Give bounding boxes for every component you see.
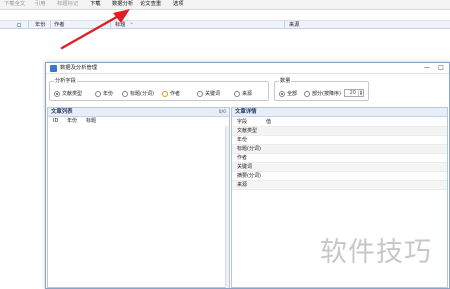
radio-unchecked-icon [197, 91, 203, 97]
radio-checked-icon [54, 91, 60, 97]
detail-label: 文献类型 [237, 128, 258, 134]
radio-partial-desc[interactable]: 部分(按降序) [304, 91, 341, 97]
detail-label: 摘要(分词) [237, 173, 261, 179]
column-id[interactable]: ID [53, 118, 58, 125]
article-list-body[interactable] [48, 126, 229, 288]
detail-row[interactable]: 来源 [232, 181, 447, 190]
menu-download-fulltext[interactable]: 下载全文 [4, 1, 25, 8]
column-separator [28, 21, 29, 29]
detail-header-row: 字段 值 [232, 118, 447, 127]
radio-highlighted-icon [162, 91, 168, 97]
minimize-button[interactable]: — [422, 64, 432, 72]
quantity-stepper[interactable]: 20 ▲ ▼ [344, 89, 364, 97]
detail-row[interactable]: 作者 [232, 154, 447, 163]
detail-row[interactable]: 年份 [232, 136, 447, 145]
radio-source[interactable]: 来源 [234, 91, 252, 97]
article-list-columns: ID 年份 标题 [48, 118, 229, 125]
column-source[interactable]: 来源 [289, 22, 299, 28]
watermark: 软件技巧 [320, 237, 432, 268]
stepper-arrows-icon[interactable]: ▲ ▼ [358, 90, 363, 96]
quantity-group: 数量 全部 部分(按降序) 20 ▲ ▼ [274, 78, 369, 101]
detail-row[interactable]: 关键词 [232, 163, 447, 172]
article-list-title: 文章列表 [51, 109, 73, 115]
column-separator [284, 21, 285, 29]
radio-keyword[interactable]: 关键词 [197, 91, 220, 97]
article-detail-title: 文章详情 [235, 109, 257, 115]
annotation-arrow-icon [60, 9, 130, 50]
radio-author[interactable]: 作者 [162, 91, 180, 97]
menu-title-mark[interactable]: 标题标记 [57, 1, 78, 8]
article-list-panel: 文章列表 0/0 ID 年份 标题 [47, 107, 230, 288]
menu-download[interactable]: 下载 [90, 1, 101, 8]
detail-label: 年份 [237, 137, 248, 143]
radio-checked-icon [279, 91, 285, 97]
quantity-label: 数量 [279, 78, 292, 84]
article-detail-header: 文章详情 [232, 108, 447, 117]
radio-year[interactable]: 年份 [95, 91, 113, 97]
menu-cite[interactable]: 引用 [35, 1, 46, 8]
dialog-title-bar[interactable]: 数据及分析管理 — □ [46, 63, 449, 74]
detail-label: 作者 [237, 155, 248, 161]
list-scrollbar[interactable] [225, 126, 229, 288]
radio-title-seg[interactable]: 标题(分词) [122, 91, 154, 97]
column-separator [50, 21, 51, 29]
menu-plagiarism-check[interactable]: 论文查重 [140, 1, 161, 8]
stepper-value: 20 [349, 90, 356, 96]
menu-data-analysis[interactable]: 数据分析 [112, 1, 133, 8]
radio-doc-type[interactable]: 文献类型 [54, 91, 82, 97]
article-list-header: 文章列表 0/0 [48, 108, 229, 117]
dialog-title: 数据及分析管理 [60, 65, 98, 71]
radio-unchecked-icon [122, 91, 128, 97]
column-title[interactable]: 标题 [86, 118, 96, 125]
detail-field-header: 字段 [237, 119, 248, 125]
column-year[interactable]: 年份 [67, 118, 77, 125]
select-all-checkbox[interactable] [17, 23, 21, 27]
detail-row[interactable]: 摘要(分词) [232, 172, 447, 181]
radio-unchecked-icon [304, 91, 310, 97]
radio-all[interactable]: 全部 [279, 91, 297, 97]
detail-row[interactable]: 标题(分词) [232, 145, 447, 154]
detail-row[interactable]: 文献类型 [232, 127, 447, 136]
radio-unchecked-icon [234, 91, 240, 97]
app-icon [50, 65, 57, 72]
detail-label: 标题(分词) [237, 146, 261, 152]
analysis-field-label: 分析字段 [54, 78, 77, 84]
radio-unchecked-icon [95, 91, 101, 97]
detail-label: 来源 [237, 182, 248, 188]
column-year[interactable]: 年份 [35, 22, 45, 28]
detail-label: 关键词 [237, 164, 253, 170]
maximize-button[interactable]: □ [436, 64, 446, 72]
detail-value-header: 值 [266, 119, 272, 125]
article-count: 0/0 [218, 110, 226, 115]
analysis-field-group: 分析字段 文献类型 年份 标题(分词) 作者 关键词 来源 [49, 78, 269, 101]
menu-options[interactable]: 选项 [173, 1, 184, 8]
